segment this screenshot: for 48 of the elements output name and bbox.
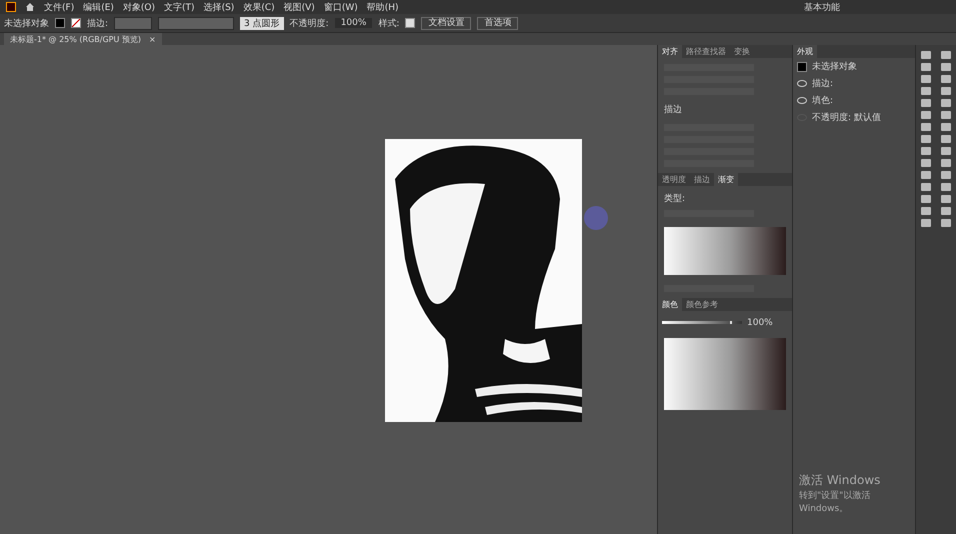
selection-label: 未选择对象	[4, 18, 49, 30]
panel-tab[interactable]: 颜色	[658, 298, 682, 311]
panel-tab[interactable]: 外观	[793, 45, 817, 58]
type-label: 类型:	[664, 192, 686, 205]
stroke-weight-field[interactable]	[114, 16, 152, 30]
app-logo-icon[interactable]	[6, 2, 16, 12]
slider-value: 100%	[747, 318, 773, 328]
appearance-row[interactable]: 填色:	[812, 94, 834, 107]
panel-tab[interactable]: 描边	[690, 173, 714, 186]
menu-item[interactable]: 窗口(W)	[324, 0, 358, 14]
panel-tab[interactable]: 颜色参考	[682, 298, 722, 311]
panel-tab[interactable]: 渐变	[714, 173, 738, 186]
stroke-label: 描边:	[87, 18, 108, 30]
fill-swatch[interactable]	[55, 18, 65, 28]
cursor-highlight	[584, 206, 608, 230]
close-icon[interactable]: ×	[149, 34, 156, 44]
home-icon[interactable]	[25, 2, 35, 12]
menu-item[interactable]: 选择(S)	[204, 0, 234, 14]
stroke-swatch[interactable]	[71, 18, 81, 28]
menu-item[interactable]: 效果(C)	[243, 0, 275, 14]
style-swatch[interactable]	[405, 18, 416, 28]
workspace-switcher[interactable]: 基本功能	[804, 0, 840, 14]
menu-item[interactable]: 编辑(E)	[83, 0, 114, 14]
toolbar-button[interactable]: 首选项	[477, 16, 518, 30]
panel-tab[interactable]: 路径查找器	[682, 45, 730, 58]
fill-swatch[interactable]	[797, 62, 807, 72]
appearance-row[interactable]: 不透明度: 默认值	[812, 111, 881, 124]
panel-tab[interactable]: 变换	[730, 45, 754, 58]
opacity-label: 不透明度:	[290, 18, 329, 30]
variable-width-field[interactable]	[158, 16, 234, 30]
document-tab[interactable]: 未标题-1* @ 25% (RGB/GPU 预览)	[10, 34, 141, 44]
toolbar-button[interactable]: 文档设置	[421, 16, 472, 30]
color-spectrum[interactable]	[664, 338, 786, 410]
activation-title: 激活 Windows	[799, 472, 882, 489]
menu-item[interactable]: 帮助(H)	[366, 0, 399, 14]
appearance-row[interactable]: 描边:	[812, 77, 834, 90]
menu-item[interactable]: 视图(V)	[284, 0, 315, 14]
style-label: 样式:	[378, 18, 400, 30]
appearance-title: 未选择对象	[812, 60, 857, 73]
opacity-field[interactable]: 100%	[334, 18, 372, 28]
panel-tab[interactable]: 透明度	[658, 173, 690, 186]
panel-tab[interactable]: 对齐	[658, 45, 682, 58]
panel-title: 描边	[663, 104, 683, 117]
menu-item[interactable]: 文件(F)	[44, 0, 74, 14]
brush-dropdown[interactable]: 3 点圆形	[240, 16, 284, 30]
menu-item[interactable]: 文字(T)	[164, 0, 195, 14]
menu-item[interactable]: 对象(O)	[122, 0, 156, 14]
activation-message: 转到"设置"以激活 Windows。	[799, 490, 872, 515]
